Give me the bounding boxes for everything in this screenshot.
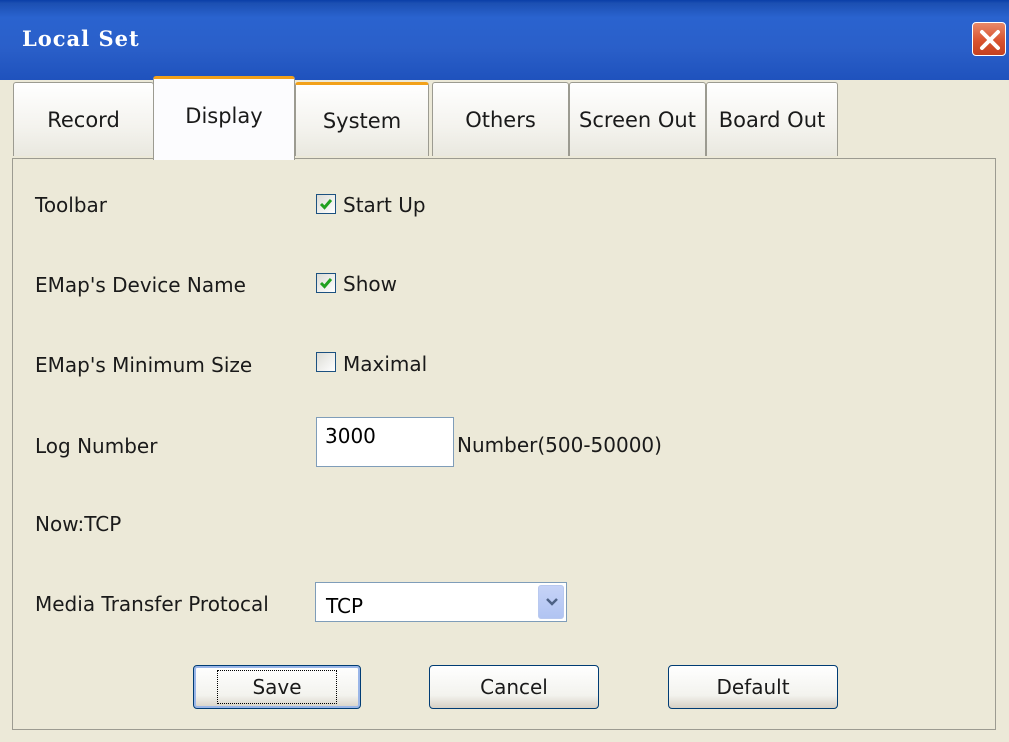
log-number-input[interactable]: 3000 — [316, 417, 454, 467]
emap-maximal-checkbox[interactable] — [316, 352, 336, 372]
tab-display[interactable]: Display — [153, 76, 295, 160]
toolbar-label: Toolbar — [35, 193, 108, 217]
tab-others[interactable]: Others — [432, 82, 569, 156]
check-icon — [319, 278, 333, 289]
emap-maximal-label: Maximal — [343, 352, 428, 376]
check-icon — [319, 199, 333, 210]
toolbar-startup-label: Start Up — [343, 193, 426, 217]
chevron-down-icon — [546, 598, 558, 606]
media-protocol-label: Media Transfer Protocal — [35, 592, 269, 616]
tab-board-out[interactable]: Board Out — [706, 82, 838, 156]
default-button[interactable]: Default — [668, 665, 838, 709]
tab-system[interactable]: System — [295, 82, 429, 156]
emap-min-size-label: EMap's Minimum Size — [35, 353, 253, 377]
media-protocol-value: TCP — [326, 594, 364, 618]
window-title: Local Set — [22, 26, 140, 51]
tab-record[interactable]: Record — [13, 82, 154, 156]
dropdown-button[interactable] — [538, 585, 564, 619]
close-icon — [980, 30, 1000, 50]
cancel-button[interactable]: Cancel — [429, 665, 599, 709]
log-number-hint: Number(500-50000) — [457, 433, 662, 457]
log-number-label: Log Number — [35, 434, 158, 458]
close-button[interactable] — [972, 22, 1006, 56]
save-button[interactable]: Save — [193, 665, 361, 709]
local-set-window: Local Set Record Display System Others S… — [0, 0, 1009, 742]
media-protocol-select[interactable]: TCP — [315, 582, 567, 622]
tab-screen-out[interactable]: Screen Out — [569, 82, 706, 156]
toolbar-startup-checkbox[interactable] — [316, 194, 336, 214]
emap-show-checkbox[interactable] — [316, 273, 336, 293]
display-panel: Toolbar Start Up EMap's Device Name Show… — [12, 158, 996, 730]
current-protocol-text: Now:TCP — [35, 512, 122, 536]
tab-bar: Record Display System Others Screen Out … — [12, 74, 996, 160]
title-bar[interactable]: Local Set — [0, 0, 1009, 80]
emap-device-name-label: EMap's Device Name — [35, 273, 246, 297]
emap-show-label: Show — [343, 272, 397, 296]
